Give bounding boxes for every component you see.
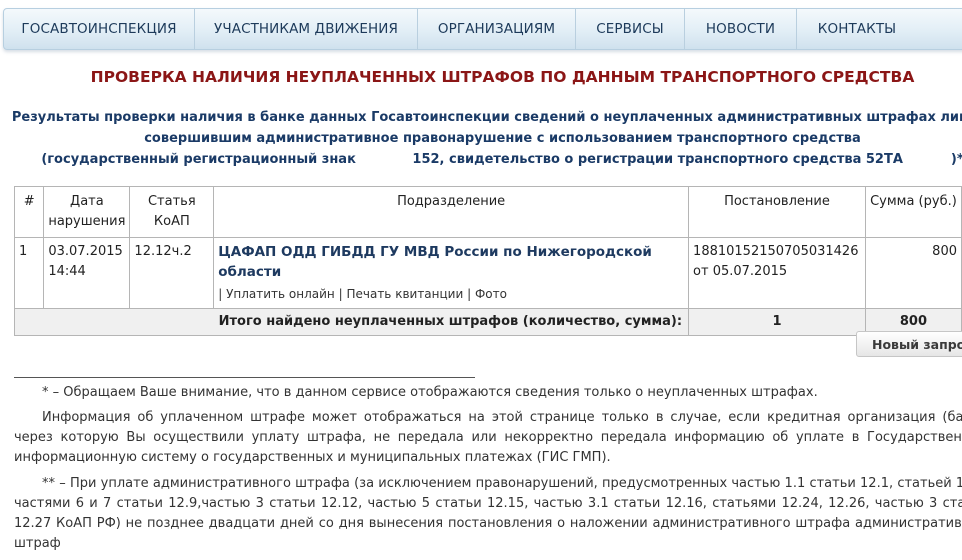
- photo-link[interactable]: | Фото: [467, 287, 507, 301]
- results-line-3-start: (государственный регистрационный знак: [41, 152, 361, 167]
- table-header-row: # Дата нарушения Статья КоАП Подразделен…: [13, 186, 962, 238]
- department-name: ЦАФАП ОДД ГИБДД ГУ МВД России по Нижегор…: [218, 244, 652, 280]
- nav-item-participants[interactable]: УЧАСТНИКАМ ДВИЖЕНИЯ: [195, 9, 418, 49]
- decision-number: 18810152150705031426: [693, 244, 859, 259]
- nav-item-services[interactable]: СЕРВИСЫ: [576, 9, 685, 49]
- header-department: Подразделение: [213, 186, 690, 238]
- cell-sum: 800: [864, 237, 962, 309]
- header-sum: Сумма (руб.): [864, 186, 962, 238]
- total-row: Итого найдено неуплаченных штрафов (коли…: [13, 308, 962, 336]
- new-request-button[interactable]: Новый запрос: [856, 331, 962, 357]
- results-line-1: Результаты проверки наличия в банке данн…: [11, 110, 962, 125]
- top-nav: ГОСАВТОИНСПЕКЦИЯ УЧАСТНИКАМ ДВИЖЕНИЯ ОРГ…: [3, 8, 962, 50]
- footnote-3: ** – При уплате административного штрафа…: [14, 476, 962, 551]
- pay-online-link[interactable]: | Уплатить онлайн: [218, 287, 335, 301]
- page-title: ПРОВЕРКА НАЛИЧИЯ НЕУПЛАЧЕННЫХ ШТРАФОВ ПО…: [90, 68, 915, 86]
- header-num: #: [13, 186, 45, 238]
- print-receipt-link[interactable]: | Печать квитанции: [339, 287, 464, 301]
- nav-item-contacts[interactable]: КОНТАКТЫ: [797, 9, 917, 49]
- decision-date: от 05.07.2015: [693, 264, 788, 279]
- nav-item-gosavtoinspekciya[interactable]: ГОСАВТОИНСПЕКЦИЯ: [4, 9, 195, 49]
- redacted-plate: [360, 152, 413, 167]
- results-line-2: совершившим административное правонаруше…: [144, 131, 861, 146]
- footnotes: * – Обращаем Ваше внимание, что в данном…: [14, 383, 962, 560]
- cell-decision: 18810152150705031426 от 05.07.2015: [688, 237, 866, 309]
- results-line-3-end: )*: [950, 152, 962, 167]
- header-article: Статья КоАП: [129, 186, 215, 238]
- table-row: 1 03.07.2015 14:44 12.12ч.2 ЦАФАП ОДД ГИ…: [13, 237, 962, 309]
- cell-date: 03.07.2015 14:44: [43, 237, 131, 309]
- redacted-certificate: [902, 152, 951, 167]
- footnote-1: * – Обращаем Ваше внимание, что в данном…: [42, 385, 818, 400]
- total-label: Итого найдено неуплаченных штрафов (коли…: [13, 308, 690, 336]
- footnote-separator: [14, 377, 475, 378]
- results-line-3-middle: 152, свидетельство о регистрации транспо…: [412, 152, 903, 167]
- row-actions: | Уплатить онлайн | Печать квитанции | Ф…: [218, 284, 684, 304]
- nav-item-news[interactable]: НОВОСТИ: [685, 9, 797, 49]
- fines-table: # Дата нарушения Статья КоАП Подразделен…: [13, 186, 962, 336]
- cell-article: 12.12ч.2: [129, 237, 215, 309]
- footnote-2: Информация об уплаченном штрафе может от…: [14, 410, 962, 465]
- total-count: 1: [688, 308, 866, 336]
- cell-num: 1: [13, 237, 45, 309]
- cell-department: ЦАФАП ОДД ГИБДД ГУ МВД России по Нижегор…: [213, 237, 690, 309]
- header-decision: Постановление: [688, 186, 866, 238]
- header-date: Дата нарушения: [43, 186, 131, 238]
- results-description: Результаты проверки наличия в банке данн…: [10, 107, 962, 170]
- nav-item-organizations[interactable]: ОРГАНИЗАЦИЯМ: [418, 9, 576, 49]
- results-line-3: (государственный регистрационный знак 15…: [10, 149, 962, 170]
